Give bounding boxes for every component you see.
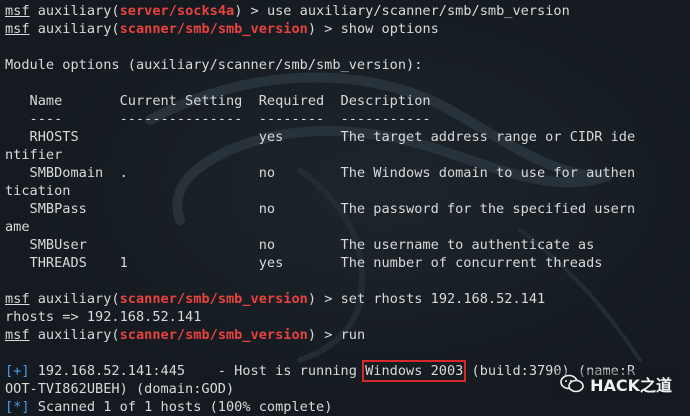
prompt-context: auxiliary: [37, 291, 112, 307]
output-line: SMBPass no The password for the specifie…: [5, 200, 636, 218]
output-text: SMBPass no The password for the specifie…: [5, 201, 636, 217]
result-line: [+] 192.168.52.141:445 - Host is running…: [5, 360, 635, 382]
prompt-msf: msf: [5, 291, 30, 307]
success-marker: [+]: [5, 363, 30, 379]
result-text: 192.168.52.141:445 - Host is running: [29, 363, 366, 379]
prompt-context: auxiliary: [37, 21, 112, 37]
prompt-line: msf auxiliary(scanner/smb/smb_version) >…: [5, 21, 439, 37]
prompt-msf: msf: [5, 21, 30, 37]
output-text: Module options (auxiliary/scanner/smb/sm…: [5, 57, 423, 73]
command-text: set rhosts 192.168.52.141: [340, 291, 546, 307]
output-text: THREADS 1 yes The number of concurrent t…: [5, 255, 603, 271]
prompt-line: msf auxiliary(scanner/smb/smb_version) >…: [5, 291, 546, 307]
output-line: Name Current Setting Required Descriptio…: [5, 92, 635, 110]
watermark-badge: HACK之道: [556, 370, 676, 398]
output-text: SMBUser no The username to authenticate …: [5, 237, 595, 253]
output-line: OOT-TVI862UBEH) (domain:GOD): [5, 380, 635, 398]
command-text: use auxiliary/scanner/smb/smb_version: [266, 3, 570, 19]
prompt-msf: msf: [5, 327, 30, 343]
output-text: RHOSTS yes The target address range or C…: [5, 129, 636, 145]
output-text: rhosts => 192.168.52.141: [5, 309, 202, 325]
prompt-line: msf auxiliary(scanner/smb/smb_version) >…: [5, 327, 366, 343]
output-line: SMBUser no The username to authenticate …: [5, 236, 635, 254]
output-text: ame: [5, 219, 30, 235]
watermark-text: HACK之道: [590, 376, 672, 395]
prompt-context: auxiliary: [37, 327, 112, 343]
terminal-output: msf auxiliary(server/socks4a) > use auxi…: [5, 2, 635, 416]
output-line: ame: [5, 218, 635, 236]
output-line: Module options (auxiliary/scanner/smb/sm…: [5, 56, 635, 74]
output-text: SMBDomain . no The Windows domain to use…: [5, 165, 636, 181]
result-line: [*] Scanned 1 of 1 hosts (100% complete): [5, 398, 635, 416]
output-text: Name Current Setting Required Descriptio…: [5, 93, 431, 109]
output-text: ntifier: [5, 147, 63, 163]
command-text: show options: [340, 21, 439, 37]
output-line: ---- --------------- -------- ----------…: [5, 110, 635, 128]
result-text: Scanned 1 of 1 hosts (100% complete): [29, 399, 333, 415]
output-text: ---- --------------- -------- ----------…: [5, 111, 431, 127]
output-line: RHOSTS yes The target address range or C…: [5, 128, 636, 146]
output-line: ntifier: [5, 146, 635, 164]
output-line: rhosts => 192.168.52.141: [5, 308, 635, 326]
output-text: tication: [5, 183, 71, 199]
prompt-module: scanner/smb/smb_version: [119, 21, 308, 37]
prompt-msf: msf: [5, 3, 30, 19]
output-line: SMBDomain . no The Windows domain to use…: [5, 164, 636, 182]
output-line: THREADS 1 yes The number of concurrent t…: [5, 254, 635, 272]
terminal-window[interactable]: msf auxiliary(server/socks4a) > use auxi…: [0, 0, 690, 416]
os-version-highlight: Windows 2003: [362, 360, 467, 382]
output-text: OOT-TVI862UBEH) (domain:GOD): [5, 381, 235, 397]
output-line: tication: [5, 182, 635, 200]
prompt-module: scanner/smb/smb_version: [119, 291, 308, 307]
command-text: run: [340, 327, 366, 343]
prompt-module: server/socks4a: [119, 3, 235, 19]
info-marker: [*]: [5, 399, 30, 415]
prompt-line: msf auxiliary(server/socks4a) > use auxi…: [5, 3, 570, 19]
prompt-module: scanner/smb/smb_version: [119, 327, 308, 343]
prompt-context: auxiliary: [37, 3, 112, 19]
wechat-icon: [560, 374, 584, 393]
